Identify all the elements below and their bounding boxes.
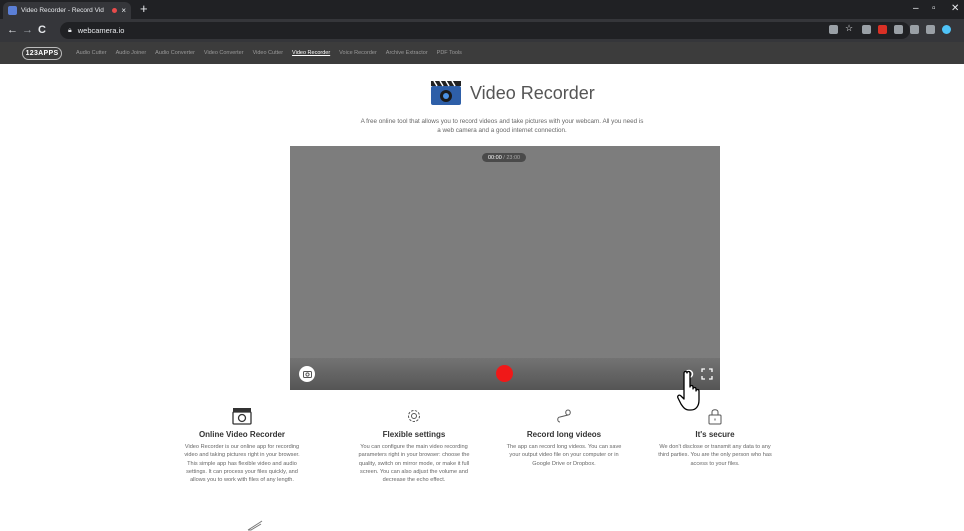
gear-icon [408,410,420,422]
recording-timer: 00:00 / 23:00 [482,153,527,162]
page-title: Video Recorder [470,83,595,103]
nav-audio-converter[interactable]: Audio Converter [155,50,195,56]
nav-archive-extractor[interactable]: Archive Extractor [386,50,428,56]
camera-icon [302,371,312,378]
nav-video-recorder[interactable]: Video Recorder [292,50,330,56]
feature-title: Record long videos [526,430,602,439]
maximize-button[interactable]: ▫ [932,3,936,15]
reload-button[interactable]: C [38,23,46,37]
reading-list-icon[interactable] [926,25,935,34]
feature-flexible-settings: Flexible settings You can configure the … [354,405,474,484]
feature-text: Video Recorder is our online app for rec… [184,444,300,484]
site-navbar: 123APPS Audio Cutter Audio Joiner Audio … [0,42,964,64]
take-photo-button[interactable] [299,366,315,382]
infinity-icon [557,409,571,423]
feature-secure: It's secure We don't disclose or transmi… [655,405,775,468]
feature-text: We don't disclose or transmit any data t… [658,444,772,467]
address-bar[interactable]: 🔒︎ webcamera.io [60,22,910,39]
nav-audio-joiner[interactable]: Audio Joiner [116,50,147,56]
timer-total: / 23:00 [503,154,521,161]
nav-voice-recorder[interactable]: Voice Recorder [339,50,377,56]
site-logo[interactable]: 123APPS [22,46,62,60]
edit-pencil-icon [247,520,263,531]
feature-record-long-videos: Record long videos The app can record lo… [504,405,624,468]
tab-title: Video Recorder - Record Vid [21,7,104,14]
bookmark-star-icon[interactable]: ☆ [845,23,854,33]
site-nav-links: Audio Cutter Audio Joiner Audio Converte… [76,50,462,56]
recorder-controls [290,358,720,390]
extension-icon[interactable] [862,25,871,34]
browser-toolbar: ← → C 🔒︎ webcamera.io ☆ [0,19,964,42]
page-description: A free online tool that allows you to re… [360,118,644,134]
minimize-button[interactable]: – [913,3,919,15]
url-text: webcamera.io [77,26,125,35]
feature-title: It's secure [695,430,735,439]
feature-text: The app can record long videos. You can … [506,444,622,467]
feature-online-video-recorder: Online Video Recorder Video Recorder is … [182,405,302,484]
feature-title: Online Video Recorder [198,430,286,439]
new-tab-button[interactable]: + [140,2,148,16]
lock-icon [708,409,722,425]
tab-close-button[interactable]: × [121,6,126,15]
record-button[interactable] [496,365,513,382]
video-preview[interactable]: 00:00 / 23:00 [290,146,720,390]
profile-avatar[interactable] [942,25,951,34]
site-favicon-icon [8,6,17,15]
close-window-button[interactable]: ✕ [951,3,959,15]
nav-audio-cutter[interactable]: Audio Cutter [76,50,107,56]
back-button[interactable]: ← [7,23,18,37]
browser-tab[interactable]: Video Recorder - Record Vid × [3,2,131,19]
lock-icon: 🔒︎ [68,26,72,34]
puzzle-extension-icon[interactable] [894,25,903,34]
nav-pdf-tools[interactable]: PDF Tools [437,50,462,56]
pdf-extension-icon[interactable] [878,25,887,34]
feature-text: You can configure the main video recordi… [358,444,470,484]
recording-indicator-icon [112,8,118,13]
browser-tabstrip: Video Recorder - Record Vid × + – ▫ ✕ [0,0,964,19]
nav-video-converter[interactable]: Video Converter [204,50,244,56]
cast-icon[interactable] [910,25,919,34]
forward-button[interactable]: → [22,23,33,37]
camera-icon [232,408,252,425]
nav-video-cutter[interactable]: Video Cutter [253,50,283,56]
camera-extension-icon[interactable] [829,25,838,34]
feature-title: Flexible settings [382,430,446,439]
video-recorder-app-icon [431,80,461,105]
timer-current: 00:00 [488,154,502,161]
